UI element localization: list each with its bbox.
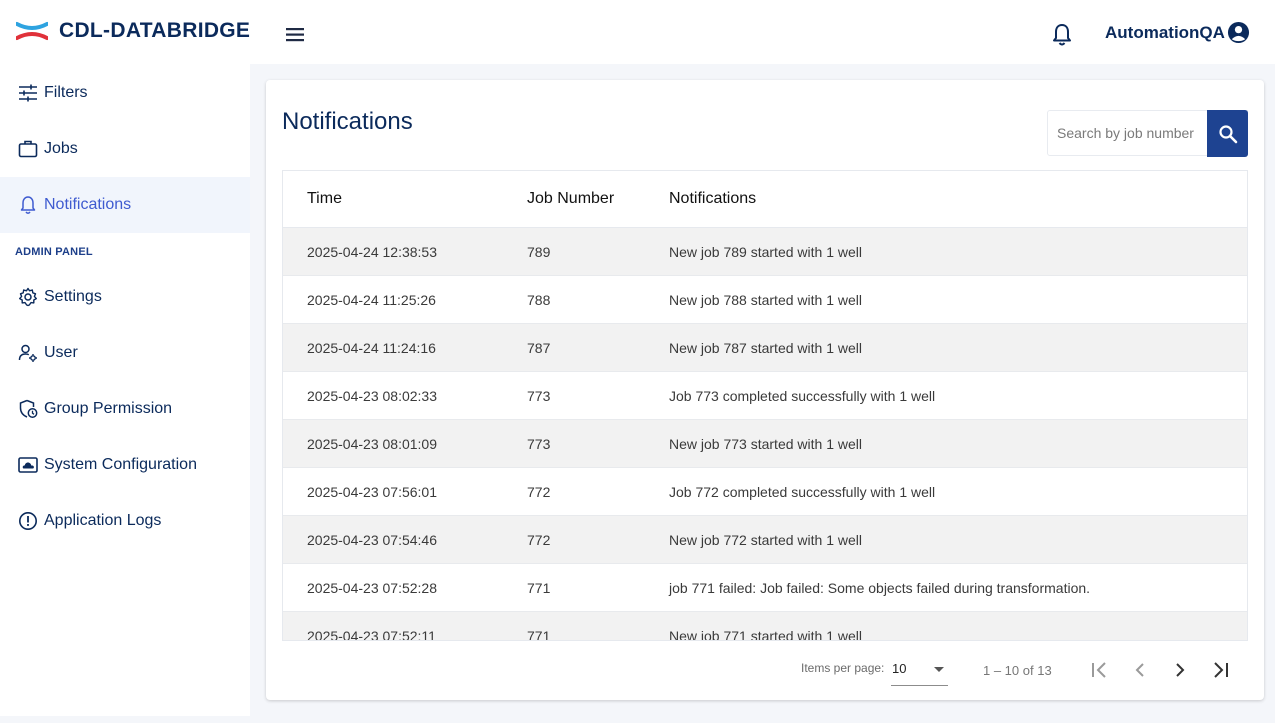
table-row[interactable]: 2025-04-24 12:38:53 789 New job 789 star… (283, 228, 1247, 276)
previous-page-button[interactable] (1128, 658, 1152, 682)
cell-notification: Job 772 completed successfully with 1 we… (669, 484, 936, 500)
notifications-card: Notifications Time Job Number Notificati… (266, 80, 1264, 700)
chevron-left-icon (1135, 663, 1144, 677)
cell-time: 2025-04-23 07:56:01 (307, 484, 437, 500)
cell-time: 2025-04-24 11:24:16 (307, 340, 436, 356)
table-row[interactable]: 2025-04-23 07:56:01 772 Job 772 complete… (283, 468, 1247, 516)
menu-icon[interactable] (282, 22, 308, 48)
page-title: Notifications (282, 108, 413, 135)
table-row[interactable]: 2025-04-23 08:01:09 773 New job 773 star… (283, 420, 1247, 468)
sidebar-item-label: Filters (44, 84, 88, 101)
sidebar-item-notifications[interactable]: Notifications (0, 177, 250, 233)
brand-name: CDL-DATABRIDGE (59, 19, 251, 42)
gear-icon (17, 286, 39, 308)
cell-notification: New job 772 started with 1 well (669, 532, 862, 548)
sidebar-item-filters[interactable]: Filters (0, 65, 250, 121)
sidebar-item-label: User (44, 344, 78, 361)
sidebar-item-label: Notifications (44, 196, 132, 213)
sidebar-item-label: Group Permission (44, 400, 173, 417)
table-row[interactable]: 2025-04-23 07:54:46 772 New job 772 star… (283, 516, 1247, 564)
table-row[interactable]: 2025-04-23 08:02:33 773 Job 773 complete… (283, 372, 1247, 420)
cell-time: 2025-04-23 08:02:33 (307, 388, 437, 404)
page-size-value: 10 (892, 661, 907, 676)
bell-icon[interactable] (1050, 22, 1074, 48)
cell-notification: New job 773 started with 1 well (669, 436, 862, 452)
items-per-page-label: Items per page: (801, 661, 885, 675)
user-settings-icon (17, 342, 39, 364)
cell-job-number: 773 (527, 388, 551, 404)
cell-job-number: 772 (527, 484, 551, 500)
page-range-label: 1 – 10 of 13 (983, 663, 1052, 678)
sidebar-item-settings[interactable]: Settings (0, 269, 250, 325)
sidebar: Filters Jobs Notifications ADMIN PANEL S (0, 64, 250, 716)
sidebar-item-label: Settings (44, 288, 102, 305)
column-header-job-number[interactable]: Job Number (527, 190, 614, 208)
cell-time: 2025-04-23 07:52:28 (307, 580, 437, 596)
next-page-button[interactable] (1168, 658, 1192, 682)
briefcase-icon (17, 138, 39, 160)
notifications-table: Time Job Number Notifications 2025-04-24… (282, 170, 1248, 641)
account-circle-icon (1227, 21, 1249, 44)
brand: CDL-DATABRIDGE (16, 18, 250, 44)
cell-job-number: 772 (527, 532, 551, 548)
sidebar-item-label: Application Logs (44, 512, 162, 529)
tune-icon (17, 82, 39, 104)
sidebar-item-group-permission[interactable]: Group Permission (0, 381, 250, 437)
bell-icon (17, 194, 39, 216)
table-row[interactable]: 2025-04-24 11:25:26 788 New job 788 star… (283, 276, 1247, 324)
cell-job-number: 771 (527, 628, 551, 641)
cloud-window-icon (17, 454, 39, 476)
first-page-icon (1092, 662, 1106, 678)
cell-notification: New job 787 started with 1 well (669, 340, 862, 356)
cell-time: 2025-04-24 12:38:53 (307, 244, 437, 260)
cell-notification: New job 788 started with 1 well (669, 292, 862, 308)
last-page-icon (1214, 662, 1228, 678)
admin-panel-label: ADMIN PANEL (15, 246, 93, 258)
first-page-button[interactable] (1088, 658, 1112, 682)
top-bar: CDL-DATABRIDGE AutomationQA (0, 0, 1275, 64)
cell-job-number: 788 (527, 292, 551, 308)
user-name: AutomationQA (1105, 22, 1225, 42)
cell-notification: job 771 failed: Job failed: Some objects… (669, 580, 1091, 596)
cell-time: 2025-04-24 11:25:26 (307, 292, 436, 308)
table-row[interactable]: 2025-04-24 11:24:16 787 New job 787 star… (283, 324, 1247, 372)
page-size-select[interactable]: 10 (891, 654, 948, 686)
alert-circle-icon (17, 510, 39, 532)
last-page-button[interactable] (1208, 658, 1232, 682)
dropdown-arrow-icon (934, 667, 944, 672)
chevron-right-icon (1176, 663, 1185, 677)
shield-icon (17, 398, 39, 420)
sidebar-item-jobs[interactable]: Jobs (0, 121, 250, 177)
table-row[interactable]: 2025-04-23 07:52:11 771 New job 771 star… (283, 612, 1247, 641)
search-button[interactable] (1207, 110, 1248, 157)
sidebar-item-application-logs[interactable]: Application Logs (0, 493, 250, 549)
cell-job-number: 771 (527, 580, 551, 596)
cell-notification: New job 789 started with 1 well (669, 244, 862, 260)
table-header: Time Job Number Notifications (283, 171, 1247, 228)
cell-job-number: 789 (527, 244, 551, 260)
search-icon (1218, 124, 1237, 143)
column-header-notifications[interactable]: Notifications (669, 190, 756, 208)
sidebar-item-user[interactable]: User (0, 325, 250, 381)
column-header-time[interactable]: Time (307, 190, 342, 208)
table-row[interactable]: 2025-04-23 07:52:28 771 job 771 failed: … (283, 564, 1247, 612)
cell-time: 2025-04-23 07:52:11 (307, 628, 436, 641)
cell-notification: New job 771 started with 1 well (669, 628, 862, 641)
cell-time: 2025-04-23 08:01:09 (307, 436, 437, 452)
sidebar-item-label: Jobs (44, 140, 78, 157)
cell-time: 2025-04-23 07:54:46 (307, 532, 437, 548)
cell-job-number: 773 (527, 436, 551, 452)
cell-job-number: 787 (527, 340, 551, 356)
brand-logo-icon (16, 22, 48, 40)
sidebar-item-system-configuration[interactable]: System Configuration (0, 437, 250, 493)
cell-notification: Job 773 completed successfully with 1 we… (669, 388, 936, 404)
search-input[interactable] (1048, 111, 1208, 155)
user-menu[interactable]: AutomationQA (1105, 21, 1250, 44)
sidebar-item-label: System Configuration (44, 456, 197, 473)
